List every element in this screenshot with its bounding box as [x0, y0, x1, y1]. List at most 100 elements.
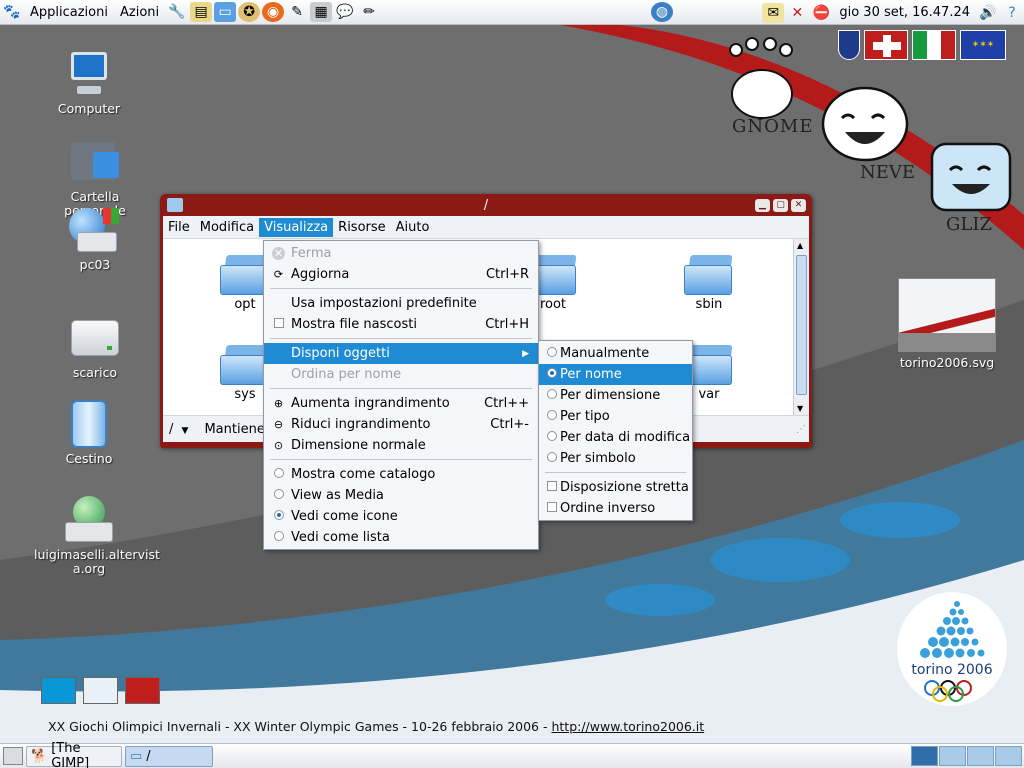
folder-sbin[interactable]: sbin — [669, 253, 749, 312]
menu-item-by-emblem[interactable]: Per simbolo — [539, 448, 692, 469]
menu-item-zoom-in[interactable]: ⊕ Aumenta ingrandimento Ctrl++ — [264, 393, 538, 414]
menu-aiuto[interactable]: Aiuto — [391, 218, 435, 237]
network-status-icon[interactable]: ✕ — [786, 3, 808, 23]
folder-icon: ▭ — [130, 748, 143, 764]
zoom-out-icon: ⊖ — [273, 418, 284, 431]
desktop-icon[interactable]: ▭ — [214, 2, 237, 22]
menu-item-default-settings[interactable]: Usa impostazioni predefinite — [264, 293, 538, 314]
vertical-scrollbar[interactable]: ▲ ▼ — [793, 239, 809, 415]
radio-selected-icon — [272, 510, 285, 523]
desktop-icon-computer[interactable]: Computer — [34, 50, 144, 116]
menu-item-by-type[interactable]: Per tipo — [539, 406, 692, 427]
menu-modifica[interactable]: Modifica — [195, 218, 259, 237]
menu-item-view-catalog[interactable]: Mostra come catalogo — [264, 464, 538, 485]
desktop-icon-pc03[interactable]: pc03 — [40, 206, 150, 272]
gimp-icon[interactable]: ✎ — [286, 2, 308, 22]
edit-icon[interactable]: ✏ — [358, 2, 380, 22]
menu-item-label: View as Media — [291, 488, 384, 503]
menu-item-by-date[interactable]: Per data di modifica — [539, 427, 692, 448]
menu-item-label: Ordina per nome — [291, 367, 402, 382]
desktop-icon-trash[interactable]: Cestino — [34, 400, 144, 466]
menu-item-view-list[interactable]: Vedi come lista — [264, 527, 538, 548]
notification-icon[interactable]: ✉ — [762, 2, 785, 23]
zoom-in-icon: ⊕ — [273, 397, 284, 410]
taskbar-item-gimp[interactable]: 🐕 [The GIMP] — [26, 741, 122, 768]
volume-icon[interactable]: 🔊 — [977, 3, 999, 23]
accelerator: Ctrl++ — [484, 396, 529, 411]
menu-item-sort-name[interactable]: Ordina per nome — [264, 364, 538, 385]
menu-item-zoom-out[interactable]: ⊖ Riduci ingrandimento Ctrl+- — [264, 414, 538, 435]
clock[interactable]: gio 30 set, 16.47.24 — [833, 5, 976, 20]
location-combo[interactable]: / ▼ — [163, 422, 194, 437]
dropdown-arrow-icon[interactable]: ▼ — [182, 426, 189, 436]
checkbox-icon — [272, 318, 285, 331]
radio-icon — [272, 468, 285, 481]
scroll-up-icon[interactable]: ▲ — [797, 241, 803, 250]
separator — [539, 469, 692, 477]
svg-thumbnail — [898, 278, 996, 352]
scroll-thumb[interactable] — [796, 255, 807, 395]
submenu-arrow-icon: ▶ — [522, 348, 529, 359]
checkbox-icon — [545, 502, 558, 515]
workspace-2[interactable] — [939, 746, 966, 766]
network-globe-icon[interactable]: ◍ — [651, 2, 673, 22]
arrange-submenu: Manualmente Per nome Per dimensione Per … — [538, 340, 693, 521]
view-menu: ✕ Ferma ⟳ Aggiorna Ctrl+R Usa impostazio… — [263, 240, 539, 550]
resize-grip-icon[interactable]: ⋰ — [796, 424, 806, 435]
applications-menu[interactable]: Applicazioni — [24, 0, 114, 25]
workspace-3[interactable] — [967, 746, 994, 766]
workspace-4[interactable] — [995, 746, 1022, 766]
desktop-icon-label: Computer — [57, 101, 121, 116]
color-swatch-red — [125, 677, 160, 704]
torino-logo-text: torino 2006 — [911, 662, 993, 678]
menu-item-normal-size[interactable]: ⊙ Dimensione normale — [264, 435, 538, 456]
compass-icon[interactable]: ✪ — [238, 2, 261, 22]
desktop-icon-scarico[interactable]: scarico — [40, 314, 150, 380]
menu-item-ferma[interactable]: ✕ Ferma — [264, 243, 538, 264]
chat-icon[interactable]: 💬 — [334, 2, 356, 22]
menu-item-by-name[interactable]: Per nome — [539, 364, 692, 385]
menu-item-view-media[interactable]: View as Media — [264, 485, 538, 506]
menu-risorse[interactable]: Risorse — [333, 218, 391, 237]
top-panel: 🐾 Applicazioni Azioni 🔧 ▤ ▭ ✪ ◉ ✎ ▦ 💬 ✏ … — [0, 0, 1024, 25]
savoy-flag-icon — [864, 30, 908, 60]
caption-link[interactable]: http://www.torino2006.it — [551, 719, 704, 734]
menu-item-label: Usa impostazioni predefinite — [291, 296, 477, 311]
show-desktop-icon[interactable] — [3, 747, 23, 765]
desktop-icon-svg-file[interactable]: torino2006.svg — [892, 278, 1002, 370]
radio-icon — [272, 531, 285, 544]
calculator-icon[interactable]: ▦ — [310, 2, 333, 22]
actions-menu[interactable]: Azioni — [114, 0, 165, 25]
menu-item-show-hidden[interactable]: Mostra file nascosti Ctrl+H — [264, 314, 538, 335]
stop-sign-icon[interactable]: ⛔ — [810, 3, 832, 23]
menu-item-aggiorna[interactable]: ⟳ Aggiorna Ctrl+R — [264, 264, 538, 285]
menu-visualizza[interactable]: Visualizza — [259, 217, 334, 237]
menu-item-reverse[interactable]: Ordine inverso — [539, 498, 692, 519]
help-icon[interactable]: ? — [1001, 3, 1023, 23]
torino-mountain-icon — [920, 601, 985, 658]
menu-file[interactable]: File — [163, 218, 195, 237]
neve-mascot: NEVE — [820, 84, 920, 194]
accelerator: Ctrl+R — [485, 267, 529, 282]
firefox-icon[interactable]: ◉ — [262, 2, 285, 22]
notes-icon[interactable]: ▤ — [190, 2, 213, 22]
home-folder-icon — [69, 138, 121, 186]
desktop-icon-site[interactable]: luigimaselli.altervist a.org — [34, 496, 160, 576]
menu-item-manual[interactable]: Manualmente — [539, 343, 692, 364]
menu-item-arrange[interactable]: Disponi oggetti ▶ — [264, 343, 538, 364]
tools-icon[interactable]: 🔧 — [166, 2, 188, 22]
menu-item-by-size[interactable]: Per dimensione — [539, 385, 692, 406]
menu-item-compact[interactable]: Disposizione stretta — [539, 477, 692, 498]
scroll-down-icon[interactable]: ▼ — [797, 404, 803, 413]
window-titlebar[interactable]: / ▁ ▢ ✕ — [163, 194, 809, 216]
gliz-mascot: GLIZ — [928, 138, 1018, 238]
desktop-icon-label: scarico — [72, 365, 118, 380]
taskbar-item-file-manager[interactable]: ▭ / — [125, 745, 213, 767]
menu-item-label: Manualmente — [560, 346, 650, 361]
gnome-foot-icon[interactable]: 🐾 — [1, 2, 23, 22]
menu-item-view-icons[interactable]: Vedi come icone — [264, 506, 538, 527]
task-label: / — [146, 748, 151, 764]
folder-icon — [684, 253, 734, 295]
zoom-normal-icon: ⊙ — [273, 439, 284, 452]
workspace-1[interactable] — [911, 746, 938, 766]
